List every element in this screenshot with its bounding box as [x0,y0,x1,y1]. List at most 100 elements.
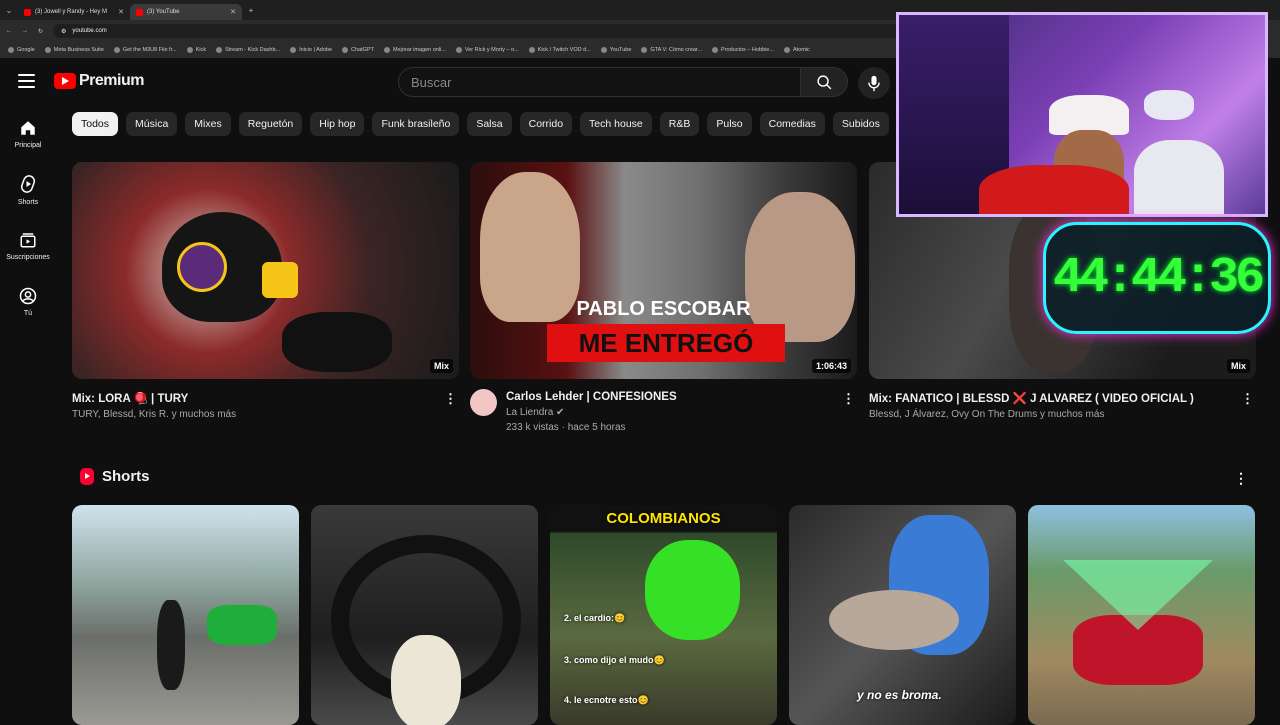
bookmark-item[interactable]: GTA V: Cómo crear... [641,47,702,53]
filter-chip[interactable]: Pulso [707,112,752,136]
filter-chip[interactable]: Hip hop [310,112,365,136]
youtube-logo[interactable]: Premium [54,72,144,90]
bookmark-label: Inicio | Adobe [299,47,333,53]
filter-chip[interactable]: Funk brasileño [372,112,460,136]
search-input[interactable] [411,74,800,90]
short-card[interactable] [72,505,299,725]
filter-chip[interactable]: R&B [659,112,700,136]
bookmark-item[interactable]: Get the M3U8 File fr... [113,47,177,53]
voice-search-button[interactable] [858,67,890,99]
logo-text: Premium [79,72,144,89]
bookmark-item[interactable]: Atomic [783,47,810,53]
short-card[interactable] [311,505,538,725]
sidebar-item-shorts[interactable]: Shorts [0,162,56,218]
channel-name[interactable]: La Liendra ✔ [506,407,857,418]
more-actions-icon[interactable]: ⋮ [842,391,855,407]
bookmark-item[interactable]: Productos – Hobbie... [712,47,774,53]
video-title[interactable]: Carlos Lehder | CONFESIONES [506,391,857,403]
youtube-favicon-icon [136,8,143,16]
bookmark-favicon-icon [216,47,223,53]
mix-badge: Mix [1226,359,1250,373]
bookmark-label: Mejorar imagen onli... [392,47,446,53]
bookmark-label: Kick / Twitch VOD d... [537,47,591,53]
filter-chip[interactable]: Subidos [832,112,889,136]
thumbnail-subheadline: ME ENTREGÓ [547,324,785,362]
user-icon [19,287,37,305]
bookmark-label: GTA V: Cómo crear... [650,47,703,53]
filter-chip[interactable]: Salsa [467,112,512,136]
new-tab-button[interactable]: + [242,0,260,20]
bookmark-item[interactable]: Meta Business Suite [44,47,104,53]
bookmark-label: Ver Rick y Morty – o... [464,47,519,53]
filter-chip[interactable]: Tech house [580,112,652,136]
sidebar-item-label: Tú [23,310,33,317]
short-card[interactable] [1028,505,1255,725]
url-text: youtube.com [72,28,107,34]
short-caption: COLOMBIANOS [606,510,721,527]
search-button[interactable] [800,67,848,97]
more-actions-icon[interactable]: ⋮ [1241,391,1254,407]
site-info-icon[interactable]: ⚙ [61,28,66,35]
video-meta: Blessd, J Álvarez, Ovy On The Drums y mu… [869,409,1105,420]
sidebar-item-tu[interactable]: Tú [0,274,56,330]
back-icon[interactable]: ← [6,28,12,34]
mini-guide-sidebar: Principal Shorts Suscripciones Tú [0,106,56,330]
sidebar-item-principal[interactable]: Principal [0,106,56,162]
stream-timer: 44:44:36 [1043,222,1271,334]
filter-chip-bar: Todos Música Mixes Reguetón Hip hop Funk bras… [72,112,889,136]
bookmark-item[interactable]: Inicio | Adobe [290,47,332,53]
close-tab-icon[interactable]: ✕ [230,8,236,16]
bookmark-item[interactable]: Kick / Twitch VOD d... [528,47,591,53]
bookmark-favicon-icon [290,47,297,53]
video-card[interactable]: Mix Mix: LORA 🪀 | TURY TURY, Blessd, Kri… [72,162,459,420]
sidebar-item-suscripciones[interactable]: Suscripciones [0,218,56,274]
video-thumbnail[interactable]: Mix [72,162,459,379]
video-title[interactable]: Mix: FANATICO | BLESSD ❌ J ALVAREZ ( VID… [869,391,1256,405]
bookmark-item[interactable]: Stream - Kick Dashb... [216,47,280,53]
filter-chip[interactable]: Mixes [185,112,231,136]
close-tab-icon[interactable]: ✕ [118,8,124,16]
bookmark-item[interactable]: YouTube [600,47,631,53]
more-actions-icon[interactable]: ⋮ [1234,470,1248,487]
youtube-play-icon [54,73,76,89]
shorts-icon [20,175,36,193]
bookmark-favicon-icon [783,47,790,53]
shorts-heading: Shorts [102,468,150,485]
filter-chip[interactable]: Todos [72,112,119,136]
shorts-shelf-header: Shorts [80,468,150,485]
forward-icon[interactable]: → [22,28,28,34]
video-title[interactable]: Mix: LORA 🪀 | TURY [72,391,459,405]
short-caption-line: 2. el cardio:😊 [564,613,626,623]
filter-chip[interactable]: Comedias [759,112,825,136]
tab-search-icon[interactable]: ⌄ [0,0,18,20]
bookmark-item[interactable]: ChatGPT [342,47,374,53]
video-card[interactable]: PABLO ESCOBAR ME ENTREGÓ 1:06:43 Carlos … [470,162,857,433]
filter-chip[interactable]: Corrido [519,112,573,136]
filter-chip[interactable]: Reguetón [238,112,303,136]
shorts-logo-icon [80,468,94,485]
menu-icon[interactable] [18,74,35,88]
bookmark-favicon-icon [641,47,648,53]
bookmark-favicon-icon [113,47,120,53]
bookmark-item[interactable]: Mejorar imagen onli... [383,47,446,53]
short-card[interactable]: y no es broma. [789,505,1016,725]
video-thumbnail[interactable]: PABLO ESCOBAR ME ENTREGÓ 1:06:43 [470,162,857,379]
bookmark-item[interactable]: Ver Rick y Morty – o... [455,47,519,53]
bookmark-favicon-icon [712,47,719,53]
timer-text: 44:44:36 [1052,249,1265,307]
bookmark-item[interactable]: Google [8,47,35,53]
browser-tab-1[interactable]: (3) Jowell y Randy - Hey M ✕ [18,4,130,20]
channel-avatar[interactable] [470,389,497,416]
reload-icon[interactable]: ↻ [38,28,43,35]
bookmark-label: Atomic [792,47,810,53]
video-meta: 233 k vistas · hace 5 horas [506,422,626,433]
short-caption-line: 4. le ecnotre esto😊 [564,695,649,705]
more-actions-icon[interactable]: ⋮ [444,391,457,407]
bookmark-item[interactable]: Kick [186,47,206,53]
bookmark-favicon-icon [186,47,193,53]
short-card[interactable]: COLOMBIANOS 2. el cardio:😊 3. como dijo … [550,505,777,725]
filter-chip[interactable]: Música [126,112,178,136]
bookmark-label: Stream - Kick Dashb... [225,47,281,53]
tab-label: (3) YouTube [147,9,180,15]
browser-tab-2[interactable]: (3) YouTube ✕ [130,4,242,20]
